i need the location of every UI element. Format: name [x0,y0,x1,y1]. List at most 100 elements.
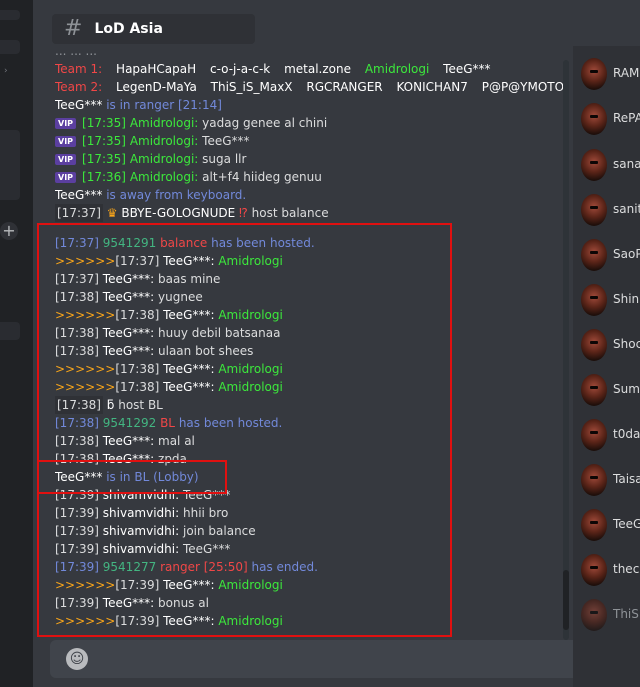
member-item[interactable]: thec [573,548,640,592]
avatar [581,419,607,451]
timestamp: [17:35] [82,152,126,166]
chevron-right-icon[interactable]: › [4,66,8,76]
member-item[interactable]: Sum [573,368,640,412]
message-line: [17:38] TeeG***: huuy debil batsanaa [55,324,280,342]
arrow-line: >>>>>>[17:39] TeeG***: Amidrologi [55,576,283,594]
timestamp: [17:39] [115,578,160,592]
user-name: TeeG***: [163,362,215,376]
server-icon[interactable] [0,322,20,340]
vip-message: VIP [17:35] Amidrologi: yadag genee al ch… [55,114,327,132]
team2-label: Team 2: [55,80,103,94]
member-item[interactable]: Shoc [573,323,640,367]
crown-icon: ♛ [106,206,118,220]
member-item[interactable]: t0da [573,413,640,457]
message-text: Amidrologi [218,380,283,394]
avatar [581,554,607,586]
member-item[interactable]: SaoP [573,233,640,277]
vip-badge: VIP [55,172,77,183]
member-name: thec [613,562,640,576]
message-text: baas mine [158,272,221,286]
user-name: TeeG***: [163,578,215,592]
member-name: TeeG [613,517,640,531]
message-text: host BL [118,398,163,412]
message-line: [17:39] shivamvidhi: join balance [55,522,256,540]
user-name: shivamvidhi: [102,524,180,538]
member-item[interactable]: sanit [573,188,640,232]
message-text: Amidrologi [218,254,283,268]
message-line: [17:37] TeeG***: baas mine [55,270,220,288]
scrollbar-thumb[interactable] [563,570,569,630]
message-line: [17:38] TeeG***: zpda [55,450,187,468]
user-name: Amidrologi: [129,152,199,166]
message-text: TeeG*** [202,134,250,148]
player-name: KONICHAN7 [396,80,468,94]
member-item[interactable]: ThiS [573,593,640,637]
user-name: TeeG*** [55,188,103,202]
member-name: Shoc [613,337,640,351]
user-name: TeeG***: [163,380,215,394]
avatar [581,103,607,135]
vip-message: VIP [17:35] Amidrologi: TeeG*** [55,132,250,150]
user-name: TeeG***: [102,272,155,286]
member-item[interactable]: Taisa [573,458,640,502]
member-list: RAM RePA sana sanit SaoP Shin Shoc Sum t… [573,46,640,687]
timestamp: [17:39] [55,596,99,610]
message-line: [17:38] ƃ host BL [55,396,163,414]
message-text: suga llr [202,152,247,166]
hash-icon: # [64,16,83,41]
arrow-line: >>>>>>[17:39] TeeG***: Amidrologi [55,612,283,630]
status-text: has been hosted. [178,416,283,430]
avatar [581,329,607,361]
status-text: has ended. [251,560,318,574]
member-name: RePA [613,111,640,125]
arrow-marker: >>>>>> [55,254,116,268]
member-item[interactable]: Shin [573,278,640,322]
message-text: mal al [158,434,195,448]
timestamp: [17:38] [55,452,99,466]
member-item[interactable]: sana [573,143,640,187]
timestamp: [17:39] [55,524,99,538]
message-input[interactable] [50,640,640,678]
add-server-icon[interactable]: + [0,222,18,240]
vip-badge: VIP [55,154,77,165]
game-name: balance [160,236,208,250]
timestamp: [17:38] [55,396,103,414]
game-id: 9541291 [102,236,157,250]
scrollbar-track[interactable] [563,60,569,640]
bell-icon: ƃ [106,398,115,412]
message-text: yadag genee al chini [202,116,328,130]
member-item[interactable]: RAM [573,52,640,96]
server-icon[interactable] [0,130,20,200]
arrow-line: >>>>>>[17:38] TeeG***: Amidrologi [55,306,283,324]
user-name: TeeG***: [163,254,215,268]
team1-line: Team 1: HapaHCapaH c-o-j-a-c-k metal.zon… [55,60,491,78]
member-item[interactable]: TeeG [573,503,640,547]
timestamp: [17:38] [55,290,99,304]
message-text: join balance [182,524,256,538]
timestamp: [17:39] [55,488,99,502]
server-icon[interactable] [0,40,20,54]
member-name: sanit [613,202,640,216]
user-name: Amidrologi: [129,116,199,130]
partial-line: ... ... ... [55,44,97,58]
status-text: is away from keyboard. [106,188,247,202]
timestamp: [17:38] [115,380,160,394]
emoji-icon[interactable]: ☺ [66,648,88,670]
message-line: [17:38] TeeG***: mal al [55,432,195,450]
player-name: Amidrologi [364,62,430,76]
vip-message: VIP [17:36] Amidrologi: alt+f4 hiideg gen… [55,168,322,186]
server-rail: › + [0,0,33,687]
message-line: [17:38] TeeG***: yugnee [55,288,203,306]
member-name: RAM [613,66,640,80]
ended-line: [17:39] 9541277 ranger [25:50] has ended… [55,558,318,576]
arrow-line: >>>>>>[17:37] TeeG***: Amidrologi [55,252,283,270]
vip-badge: VIP [55,118,77,129]
message-text: Amidrologi [218,614,283,628]
player-name: TeeG*** [443,62,491,76]
channel-header[interactable]: # LoD Asia [52,14,255,44]
message-line: [17:39] shivamvidhi: TeeG*** [55,486,230,504]
server-icon[interactable] [0,10,20,20]
member-item[interactable]: RePA [573,97,640,141]
arrow-line: >>>>>>[17:38] TeeG***: Amidrologi [55,360,283,378]
player-name: RGCRANGER [306,80,383,94]
